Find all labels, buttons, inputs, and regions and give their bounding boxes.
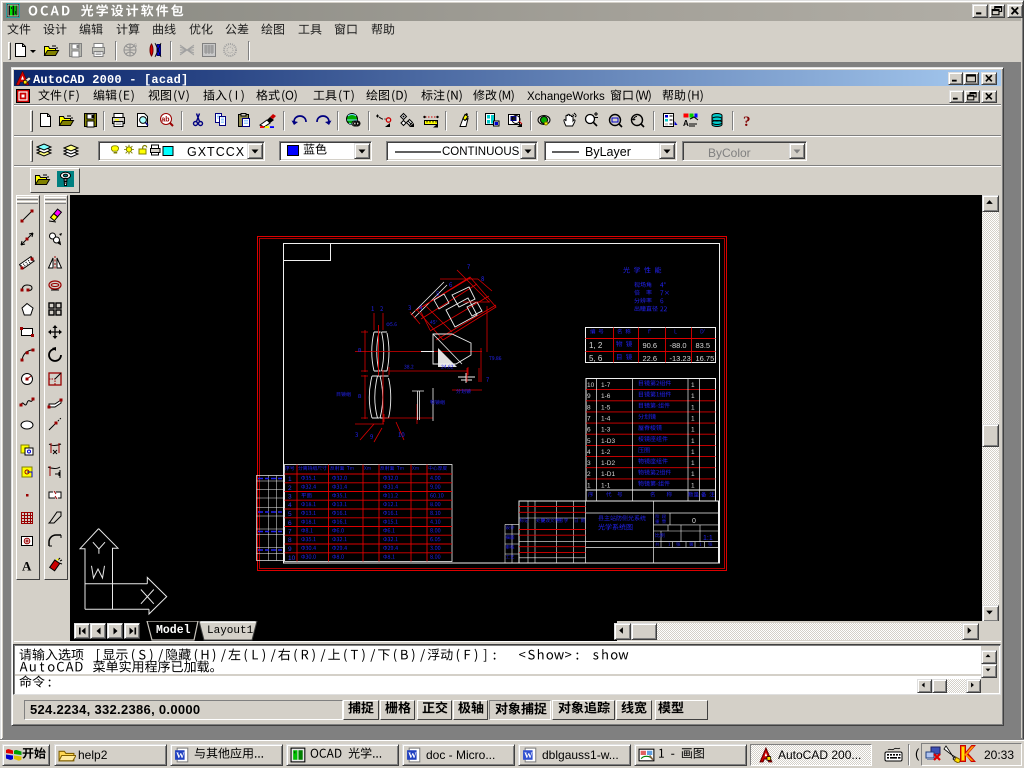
svg-text:1:1: 1:1 — [703, 535, 713, 542]
svg-text:3: 3 — [587, 460, 591, 467]
svg-text:1-3: 1-3 — [601, 427, 611, 434]
svg-text:5: 5 — [587, 438, 591, 445]
svg-text:1-D2: 1-D2 — [601, 460, 615, 467]
svg-text:4: 4 — [587, 449, 591, 456]
svg-text:1: 1 — [288, 476, 292, 483]
svg-text:8: 8 — [587, 404, 591, 411]
svg-text:ab: ab — [161, 117, 169, 124]
svg-text:1: 1 — [691, 449, 695, 456]
svg-text:1: 1 — [691, 393, 695, 400]
svg-text:9: 9 — [288, 546, 292, 553]
svg-text:6: 6 — [587, 427, 591, 434]
svg-text:5: 5 — [288, 511, 292, 518]
svg-text:1: 1 — [691, 415, 695, 422]
svg-text:10: 10 — [587, 382, 595, 389]
svg-text:1: 1 — [691, 438, 695, 445]
svg-text:W: W — [176, 750, 185, 760]
svg-text:1: 1 — [691, 460, 695, 467]
svg-text:9: 9 — [587, 393, 591, 400]
svg-text:90.6: 90.6 — [643, 341, 658, 350]
svg-text:8: 8 — [288, 537, 292, 544]
svg-text:W: W — [524, 750, 533, 760]
svg-text:1: 1 — [691, 382, 695, 389]
svg-text:s: s — [134, 43, 137, 49]
svg-text:2: 2 — [587, 471, 591, 478]
svg-text:1: 1 — [691, 471, 695, 478]
svg-text:1-5: 1-5 — [601, 404, 611, 411]
svg-text:7: 7 — [587, 415, 591, 422]
svg-text:1-1: 1-1 — [601, 482, 611, 489]
svg-text:22.6: 22.6 — [643, 354, 658, 363]
svg-text:-13.23: -13.23 — [670, 354, 691, 363]
svg-text:A: A — [683, 119, 689, 128]
svg-text:1: 1 — [587, 482, 591, 489]
svg-text:6: 6 — [288, 520, 292, 527]
svg-text:0: 0 — [692, 518, 696, 525]
svg-text:1-D3: 1-D3 — [601, 438, 615, 445]
svg-text:A: A — [22, 559, 32, 574]
svg-text:1-7: 1-7 — [601, 382, 611, 389]
svg-text:7: 7 — [288, 529, 292, 536]
svg-text:83.5: 83.5 — [696, 341, 711, 350]
svg-text:16.75: 16.75 — [696, 354, 715, 363]
svg-text:1: 1 — [691, 427, 695, 434]
svg-text:2: 2 — [288, 485, 292, 492]
svg-text:5, 6: 5, 6 — [589, 354, 603, 363]
svg-text:1-6: 1-6 — [601, 393, 611, 400]
svg-text:?: ? — [743, 114, 751, 128]
svg-text:1, 2: 1, 2 — [589, 341, 603, 350]
svg-text:10: 10 — [288, 555, 296, 562]
svg-text:W: W — [408, 750, 417, 760]
svg-text:3: 3 — [288, 494, 292, 501]
svg-text:1-2: 1-2 — [601, 449, 611, 456]
svg-text:4: 4 — [288, 502, 292, 509]
svg-text:-88.0: -88.0 — [670, 341, 687, 350]
svg-text:1: 1 — [691, 404, 695, 411]
svg-text:1: 1 — [691, 482, 695, 489]
svg-text:1-D1: 1-D1 — [601, 471, 615, 478]
svg-text:1-4: 1-4 — [601, 415, 611, 422]
